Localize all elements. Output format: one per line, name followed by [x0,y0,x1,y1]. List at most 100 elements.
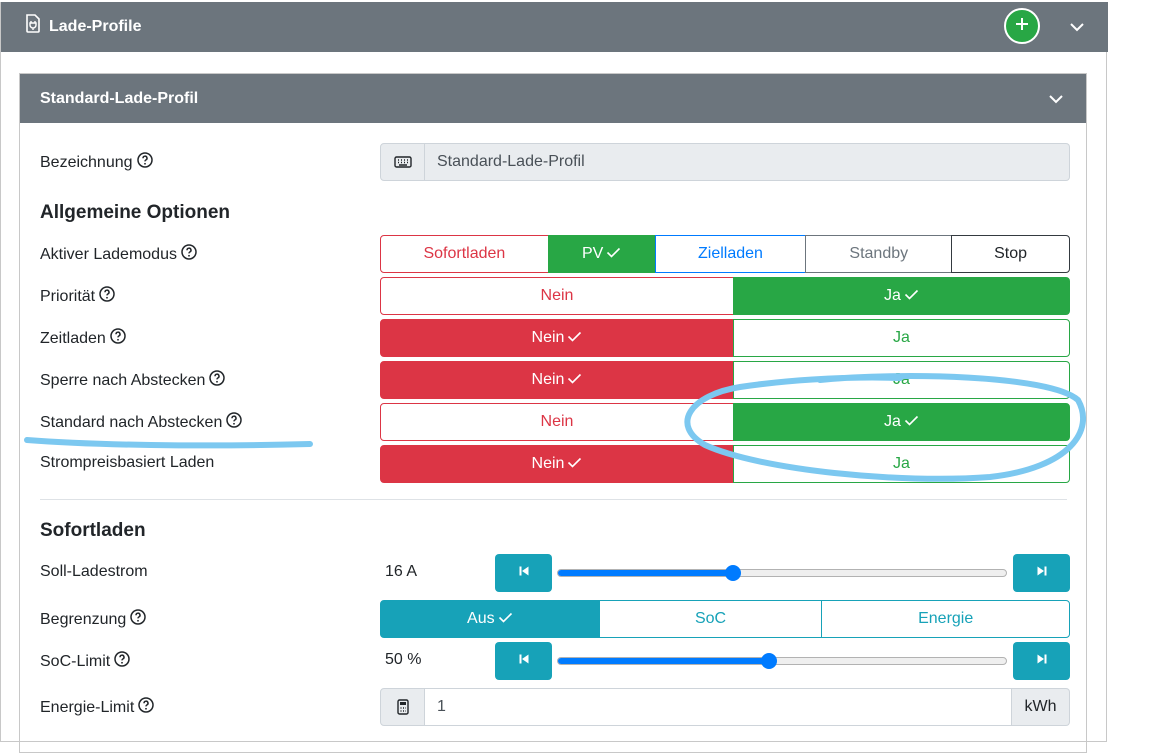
check-icon [606,245,621,263]
check-icon [904,413,919,431]
soc-increase-button[interactable] [1013,642,1070,680]
energie-text: Energie-Limit [40,698,135,716]
ja-label: Ja [893,329,910,346]
slider-thumb[interactable] [760,653,777,669]
sperre-ja-button[interactable]: Ja [733,361,1070,399]
mode-label: Stop [994,245,1028,262]
standard-ja-button[interactable]: Ja [733,403,1070,441]
soc-text: SoC-Limit [40,652,111,670]
nein-label: Nein [531,329,565,346]
zeitladen-ja-button[interactable]: Ja [733,319,1070,357]
mode-sofortladen-button[interactable]: Sofortladen [380,235,549,273]
sperre-group: Nein Ja [380,361,1070,399]
help-icon[interactable] [209,370,226,391]
help-icon[interactable] [226,412,243,433]
sperre-nein-button[interactable]: Nein [380,361,734,399]
help-icon[interactable] [110,328,126,349]
bezeichnung-text: Bezeichnung [40,153,133,171]
soll-decrease-button[interactable] [495,554,552,592]
soc-slider[interactable] [557,653,1007,669]
soc-decrease-button[interactable] [495,642,552,680]
zeitladen-text: Zeitladen [40,329,106,347]
check-icon [567,329,582,347]
prioritaet-label: Priorität [40,286,115,307]
skip-start-icon [518,652,530,670]
mode-standby-button[interactable]: Standby [805,235,953,273]
slider-fill [558,658,769,664]
mode-stop-button[interactable]: Stop [951,235,1070,273]
check-icon [904,287,919,305]
nein-label: Nein [531,371,565,388]
strompreis-nein-button[interactable]: Nein [380,445,734,483]
zeitladen-label: Zeitladen [40,328,126,349]
energie-field[interactable]: 1 kWh [380,688,1070,726]
plus-icon [1014,16,1030,37]
begrenzung-text: Begrenzung [40,610,127,628]
ja-label: Ja [884,287,901,304]
profile-title: Standard-Lade-Profil [40,90,199,107]
nein-label: Nein [540,287,574,304]
check-icon [567,371,582,389]
soll-increase-button[interactable] [1013,554,1070,592]
strompreis-text: Strompreisbasiert Laden [40,454,215,471]
nein-label: Nein [540,413,574,430]
standard-text: Standard nach Abstecken [40,413,223,431]
calculator-icon [380,688,425,726]
mode-label: Standby [849,245,909,262]
skip-end-icon [1036,564,1048,582]
option-label: Aus [467,610,495,627]
help-icon[interactable] [138,697,155,718]
help-icon[interactable] [130,609,147,630]
prioritaet-nein-button[interactable]: Nein [380,277,734,315]
prioritaet-text: Priorität [40,287,96,305]
help-icon[interactable] [114,651,130,672]
soll-label: Soll-Ladestrom [40,563,148,581]
option-label: SoC [694,610,727,627]
soll-text: Soll-Ladestrom [40,563,148,580]
help-icon[interactable] [99,286,115,307]
mode-label: Sofortladen [423,245,506,262]
strompreis-ja-button[interactable]: Ja [733,445,1070,483]
begrenzung-energie-button[interactable]: Energie [821,600,1070,638]
slider-thumb[interactable] [724,565,741,581]
energie-input[interactable]: 1 [425,688,1012,726]
sofortladen-title: Sofortladen [40,520,146,541]
keyboard-icon [380,143,425,181]
chevron-down-icon[interactable] [1069,20,1085,38]
help-icon[interactable] [181,244,197,265]
lademodus-group: Sofortladen PV Zielladen Standby Stop [380,235,1070,273]
zeitladen-nein-button[interactable]: Nein [380,319,734,357]
lade-profile-header[interactable]: Lade-Profile [1,2,1108,52]
soll-slider[interactable] [557,565,1007,581]
help-icon[interactable] [136,152,153,173]
check-icon [498,610,513,628]
strompreis-label: Strompreisbasiert Laden [40,454,214,472]
begrenzung-group: Aus SoC Energie [380,600,1070,638]
standard-group: Nein Ja [380,403,1070,441]
allgemeine-optionen-title: Allgemeine Optionen [40,202,231,223]
mode-pv-button[interactable]: PV [547,235,656,273]
check-icon [567,455,582,473]
bezeichnung-label: Bezeichnung [40,152,153,173]
section-divider [40,499,1067,500]
soc-label: SoC-Limit [40,651,130,672]
mode-label: Zielladen [698,245,763,262]
begrenzung-soc-button[interactable]: SoC [598,600,823,638]
prioritaet-ja-button[interactable]: Ja [733,277,1070,315]
chevron-down-icon[interactable] [1048,92,1064,110]
bezeichnung-field[interactable]: Standard-Lade-Profil [380,143,1070,181]
add-profile-button[interactable] [1004,8,1040,44]
begrenzung-label: Begrenzung [40,609,147,630]
soc-value: 50 % [385,651,422,668]
profile-header[interactable]: Standard-Lade-Profil [20,74,1086,123]
bezeichnung-input[interactable]: Standard-Lade-Profil [425,143,1070,181]
begrenzung-aus-button[interactable]: Aus [380,600,600,638]
mode-zielladen-button[interactable]: Zielladen [654,235,807,273]
soll-value: 16 A [385,563,418,580]
energie-unit: kWh [1012,688,1070,726]
zeitladen-group: Nein Ja [380,319,1070,357]
document-plug-icon [25,14,41,38]
skip-end-icon [1036,652,1048,670]
ja-label: Ja [893,371,910,388]
standard-nein-button[interactable]: Nein [380,403,734,441]
